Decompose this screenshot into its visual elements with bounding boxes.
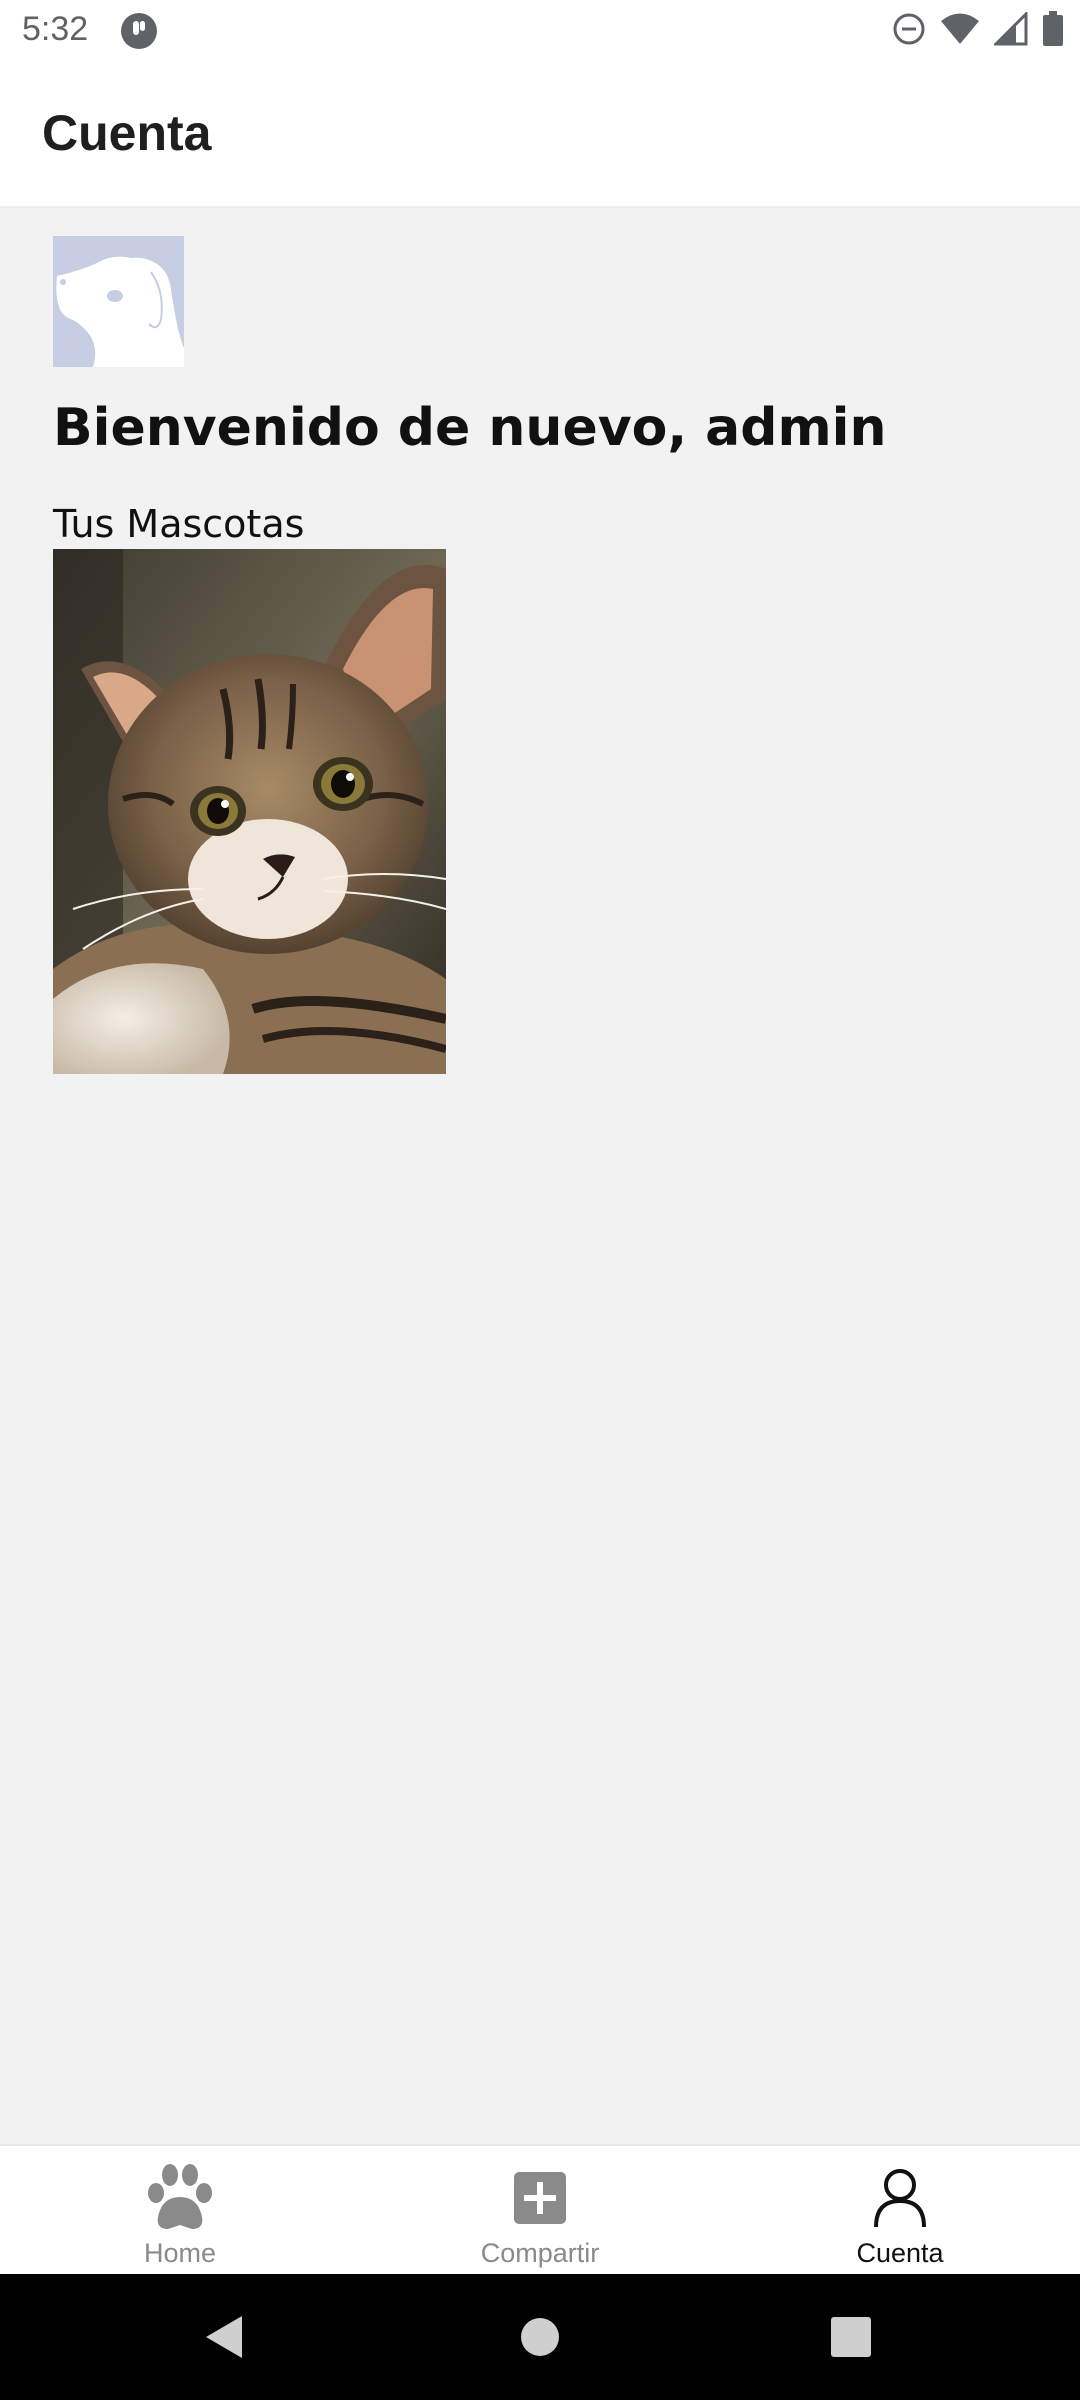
- pet-card-kitten[interactable]: [53, 549, 446, 1074]
- cell-signal-icon: [992, 9, 1028, 51]
- nav-label-cuenta: Cuenta: [856, 2238, 944, 2268]
- app-notification-icon: [120, 12, 158, 50]
- account-content: Bienvenido de nuevo, admin Tus Mascotas: [0, 208, 1080, 2144]
- page-title: Cuenta: [42, 105, 212, 161]
- home-circle-icon: [521, 2318, 559, 2356]
- nav-item-cuenta[interactable]: Cuenta: [720, 2146, 1080, 2274]
- status-time: 5:32: [22, 10, 89, 48]
- wifi-icon: [940, 12, 980, 51]
- recents-square-icon: [831, 2317, 871, 2357]
- nav-item-home[interactable]: Home: [0, 2146, 360, 2274]
- avatar[interactable]: [53, 236, 184, 367]
- app-screen: 5:32 Cuenta Bienvenido de nuevo, admin T…: [0, 0, 1080, 2400]
- dog-placeholder-icon: [53, 236, 184, 367]
- status-bar: 5:32: [0, 0, 1080, 62]
- system-navigation-bar: [0, 2274, 1080, 2400]
- app-bar: Cuenta: [0, 62, 1080, 208]
- do-not-disturb-icon: [892, 12, 926, 51]
- nav-item-compartir[interactable]: Compartir: [360, 2146, 720, 2274]
- recents-button[interactable]: [828, 2314, 874, 2360]
- welcome-heading: Bienvenido de nuevo, admin: [53, 398, 887, 458]
- person-icon: [862, 2160, 938, 2236]
- nav-label-compartir: Compartir: [480, 2238, 600, 2268]
- status-icons: [892, 9, 1064, 52]
- pets-heading: Tus Mascotas: [53, 502, 305, 546]
- back-triangle-icon: [206, 2316, 242, 2358]
- nav-label-home: Home: [143, 2238, 217, 2268]
- back-button[interactable]: [202, 2314, 248, 2360]
- kitten-photo: [53, 549, 446, 1074]
- home-button[interactable]: [517, 2314, 563, 2360]
- battery-icon: [1042, 10, 1064, 52]
- add-box-icon: [502, 2160, 578, 2236]
- paw-icon: [142, 2160, 218, 2236]
- bottom-navigation: Home Compartir Cuenta: [0, 2144, 1080, 2274]
